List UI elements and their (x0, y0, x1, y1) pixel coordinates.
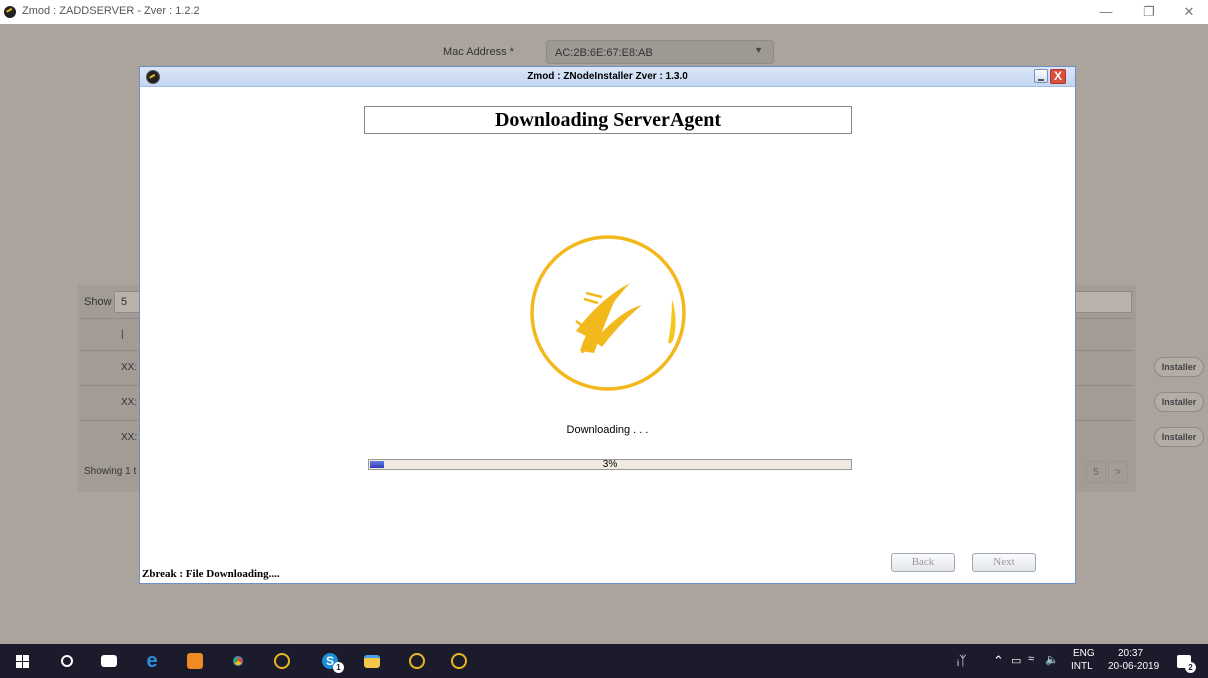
mac-address-label: Mac Address * (443, 46, 514, 58)
next-button[interactable]: Next (972, 553, 1036, 572)
main-title-bar: Zmod : ZADDSERVER - Zver : 1.2.2 — ❐ ✕ (0, 0, 1208, 24)
clock-date[interactable]: 20-06-2019 (1108, 661, 1159, 672)
mac-address-select[interactable]: AC:2B:6E:67:E8:AB ▼ (546, 40, 774, 64)
mail-icon[interactable] (97, 644, 121, 678)
dialog-minimize-button[interactable] (1034, 69, 1048, 83)
notification-icon[interactable]: 2 (1172, 644, 1196, 678)
zmod-icon[interactable] (270, 644, 294, 678)
zmod-app-icon (4, 6, 16, 18)
language-top[interactable]: ENG (1073, 648, 1095, 659)
installer-button[interactable]: Installer (1154, 357, 1204, 377)
installer-button[interactable]: Installer (1154, 427, 1204, 447)
windows-taskbar: e S 1 ᵢᛉ ⌃ ▭ ≈ 🔈 ENG INTL 20:37 20-06-20… (0, 644, 1208, 678)
main-window-title: Zmod : ZADDSERVER - Zver : 1.2.2 (22, 5, 200, 17)
pagination-page-button[interactable]: 5 (1086, 461, 1106, 483)
row-id: XX: (121, 432, 138, 443)
feather-logo-icon (530, 235, 686, 391)
folder-icon[interactable] (360, 644, 384, 678)
chevron-up-icon[interactable]: ⌃ (993, 653, 1004, 669)
row-id: XX: (121, 397, 138, 408)
installer-dialog: Zmod : ZNodeInstaller Zver : 1.3.0 X Dow… (139, 66, 1076, 584)
sublime-icon[interactable] (183, 644, 207, 678)
show-entries-value: 5 (121, 296, 128, 308)
page-heading: Downloading ServerAgent (494, 109, 722, 131)
skype-badge: 1 (333, 662, 344, 673)
show-entries-label: Show (84, 296, 112, 308)
dialog-title: Zmod : ZNodeInstaller Zver : 1.3.0 (527, 71, 688, 82)
dialog-title-bar: Zmod : ZNodeInstaller Zver : 1.3.0 X (140, 67, 1075, 87)
show-entries-select[interactable]: 5 (114, 291, 142, 313)
heading-box: Downloading ServerAgent (364, 106, 852, 134)
battery-icon[interactable]: ▭ (1011, 654, 1021, 667)
download-status-text: Downloading . . . (566, 424, 649, 436)
chrome-icon[interactable] (226, 644, 250, 678)
dialog-footer-status: Zbreak : File Downloading.... (142, 568, 280, 580)
back-button[interactable]: Back (891, 553, 955, 572)
progress-percent-label: 3% (602, 459, 618, 470)
mac-address-value: AC:2B:6E:67:E8:AB (555, 47, 653, 59)
maximize-button[interactable]: ❐ (1129, 2, 1169, 22)
volume-icon[interactable]: 🔈 (1045, 653, 1059, 666)
download-progress-bar: 3% (368, 459, 852, 470)
installer-button[interactable]: Installer (1154, 392, 1204, 412)
close-button[interactable]: ✕ (1169, 2, 1208, 22)
search-icon[interactable] (55, 644, 79, 678)
zmod-feather-logo (502, 227, 714, 417)
wifi-icon[interactable]: ≈ (1028, 653, 1034, 665)
zmod-icon[interactable] (405, 644, 429, 678)
edge-icon[interactable]: e (140, 644, 164, 678)
dialog-close-button[interactable]: X (1050, 69, 1066, 84)
row-id: XX: (121, 362, 138, 373)
pagination-next-button[interactable]: > (1108, 461, 1128, 483)
minimize-button[interactable]: — (1086, 2, 1126, 22)
table-info-text: Showing 1 t (84, 466, 137, 477)
windows-start-icon[interactable] (10, 644, 34, 678)
people-icon[interactable]: ᵢᛉ (957, 653, 967, 668)
notification-badge: 2 (1185, 662, 1196, 673)
table-search-input[interactable] (1074, 291, 1132, 313)
chevron-down-icon: ▼ (754, 45, 763, 55)
skype-icon[interactable]: S 1 (316, 644, 344, 678)
clock-time[interactable]: 20:37 (1118, 648, 1143, 659)
zmod-icon[interactable] (447, 644, 471, 678)
language-bottom[interactable]: INTL (1071, 661, 1093, 672)
